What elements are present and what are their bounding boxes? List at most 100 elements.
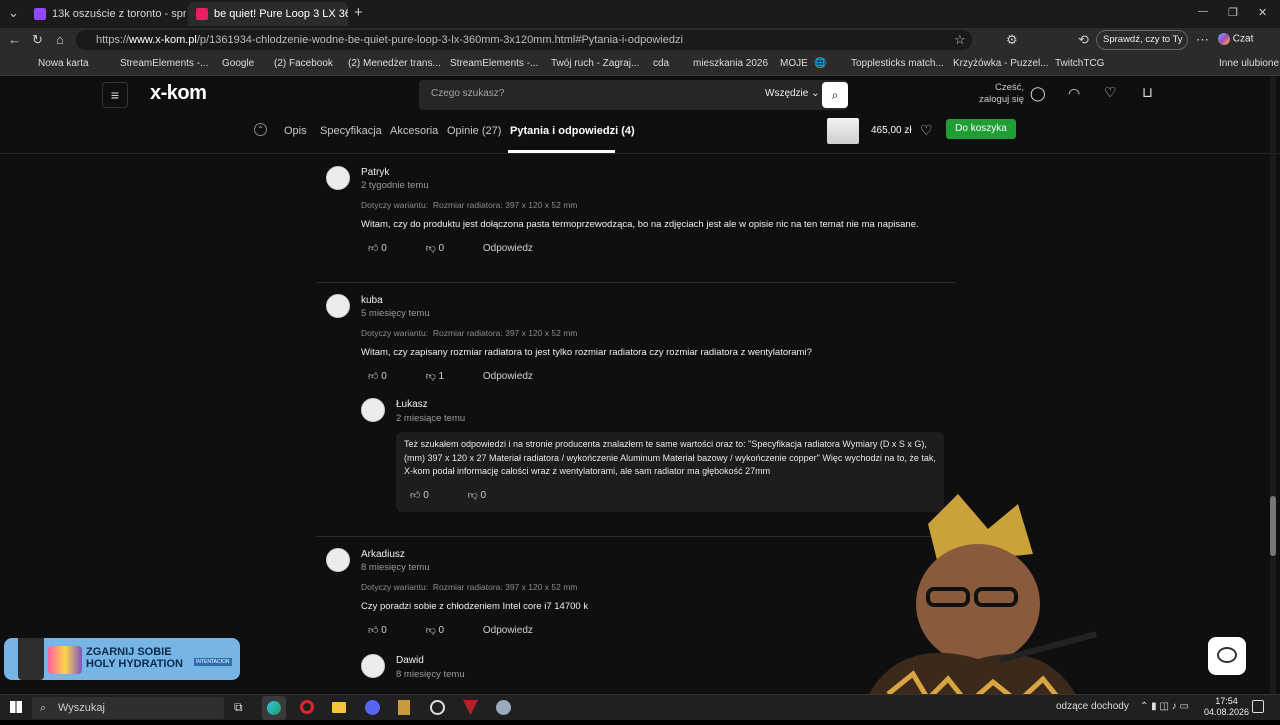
question-author: Arkadiusz — [361, 549, 405, 560]
reply-link[interactable]: Odpowiedz — [483, 371, 533, 382]
bookmark-menedzer[interactable]: (2) Menedżer trans... — [348, 58, 441, 69]
question-actions: 👍︎ 0 👎︎ 0 Odpowiedz — [368, 242, 551, 254]
bookmark-mieszkania[interactable]: mieszkania 2026 — [693, 58, 768, 69]
menu-dots-icon[interactable]: ⋯ — [1196, 32, 1209, 48]
thumbs-up-button[interactable]: 👍︎ 0 — [368, 243, 405, 254]
tab-akcesoria[interactable]: Akcesoria — [390, 125, 438, 137]
question-actions: 👍︎ 0 👎︎ 0 Odpowiedz — [368, 624, 551, 636]
hamburger-menu-icon[interactable]: ≡ — [102, 82, 128, 108]
thumbs-down-button[interactable]: 👎︎ 0 — [426, 243, 463, 254]
heart-icon[interactable]: ♡ — [1104, 84, 1117, 101]
question-text: Witam, czy do produktu jest dołączona pa… — [361, 219, 919, 230]
clock[interactable]: 17:54 04.08.2026 — [1204, 696, 1249, 718]
app-taskbar-icon-3[interactable] — [463, 700, 478, 715]
streamer-avatar-illustration — [858, 494, 1098, 720]
add-to-cart-button[interactable]: Do koszyka — [946, 119, 1016, 139]
search-scope-select[interactable]: Wszędzie ⌄ — [765, 88, 820, 99]
shaker-bottle-image — [18, 638, 44, 680]
thumbs-up-button[interactable]: 👍︎ 0 — [410, 490, 447, 501]
reload-icon[interactable]: ↻ — [32, 32, 43, 48]
bookmark-other-folder[interactable]: Inne ulubione — [1219, 58, 1279, 69]
opera-taskbar-icon[interactable] — [300, 700, 314, 714]
bookmark-twitchtcg[interactable]: TwitchTCG — [1055, 58, 1104, 69]
history-icon[interactable]: ⟲ — [1078, 32, 1089, 48]
answer-actions: 👍︎ 0 👎︎ 0 — [410, 489, 522, 503]
question-actions: 👍︎ 0 👎︎ 1 Odpowiedz — [368, 370, 551, 382]
thumbs-down-button[interactable]: 👎︎ 0 — [426, 625, 463, 636]
scroll-top-icon[interactable]: ⌃ — [254, 123, 267, 136]
tab-1[interactable]: 13k oszuście z toronto - sprawdź ✕ — [26, 2, 186, 26]
streamer-avatar-overlay — [818, 484, 1098, 720]
bookmark-moje[interactable]: MOJE — [780, 58, 808, 69]
bookmark-nowa-karta[interactable]: Nowa karta — [38, 58, 89, 69]
tab-opis[interactable]: Opis — [284, 125, 307, 137]
bookmark-globe-icon[interactable]: 🌐 — [814, 58, 826, 69]
bookmark-facebook[interactable]: (2) Facebook — [274, 58, 333, 69]
edge-taskbar-icon[interactable] — [262, 696, 286, 720]
favorite-star-icon[interactable]: ☆ — [954, 32, 966, 48]
bookmark-cda[interactable]: cda — [653, 58, 669, 69]
site-logo[interactable]: x-kom — [150, 82, 207, 105]
thumbs-down-button[interactable]: 👎︎ 1 — [426, 371, 463, 382]
new-tab-button[interactable]: + — [354, 4, 363, 21]
reply-link[interactable]: Odpowiedz — [483, 243, 533, 254]
bookmark-google[interactable]: Google — [222, 58, 254, 69]
bookmark-topplesticks[interactable]: Topplesticks match... — [851, 58, 944, 69]
scrollbar[interactable] — [1270, 76, 1276, 694]
answer-text: Też szukałem odpowiedzi i na stronie pro… — [404, 439, 936, 476]
tray-icons[interactable]: ⌃ ▮ ◫ ♪ ▭ — [1140, 701, 1189, 712]
browser-tab-bar: ⌄ 13k oszuście z toronto - sprawdź ✕ be … — [0, 0, 1280, 28]
discord-taskbar-icon[interactable] — [365, 700, 380, 715]
user-icon[interactable]: ◯ — [1030, 85, 1046, 102]
login-link[interactable]: Cześć, zaloguj się — [976, 82, 1024, 106]
scrollbar-thumb[interactable] — [1270, 496, 1276, 556]
extensions-icon[interactable]: ⚙ — [1006, 32, 1018, 48]
back-icon[interactable]: ← — [8, 32, 21, 47]
thumbs-up-button[interactable]: 👍︎ 0 — [368, 371, 405, 382]
sponsor-promo-banner: ZGARNIJ SOBIE HOLY HYDRATION INTENTACION — [4, 638, 240, 680]
close-window-button[interactable]: ✕ — [1258, 6, 1267, 19]
search-icon: ⌕ — [40, 702, 47, 714]
profile-button[interactable]: Sprawdź, czy to Ty — [1096, 30, 1188, 50]
question-time: 5 miesięcy temu — [361, 308, 430, 319]
file-explorer-icon[interactable] — [332, 702, 346, 713]
app-taskbar-icon-2[interactable] — [430, 700, 445, 715]
bookmark-krzyzowka[interactable]: Krzyżówka - Puzzel... — [953, 58, 1049, 69]
divider — [316, 282, 956, 283]
bookmark-streamelements-1[interactable]: StreamElements -... — [120, 58, 208, 69]
maximize-button[interactable]: ❐ — [1228, 6, 1238, 19]
reply-link[interactable]: Odpowiedz — [483, 625, 533, 636]
app-taskbar-icon-1[interactable] — [398, 700, 410, 715]
thumbs-down-button[interactable]: 👎︎ 0 — [468, 490, 505, 501]
home-icon[interactable]: ⌂ — [56, 32, 64, 47]
copilot-icon — [1218, 33, 1230, 45]
task-view-icon[interactable]: ⧉ — [234, 700, 243, 715]
windows-start-icon[interactable] — [10, 701, 22, 713]
thumbs-up-button[interactable]: 👍︎ 0 — [368, 625, 405, 636]
app-taskbar-icon-4[interactable] — [496, 700, 511, 715]
tab-pytania[interactable]: Pytania i odpowiedzi (4) — [510, 125, 635, 137]
search-input[interactable]: Czego szukasz? — [431, 88, 504, 99]
taskbar-search[interactable]: ⌕ Wyszukaj — [32, 697, 224, 719]
bookmark-streamelements-2[interactable]: StreamElements -... — [450, 58, 538, 69]
chat-bubble-icon[interactable] — [1208, 637, 1246, 675]
tab-specyfikacja[interactable]: Specyfikacja — [320, 125, 382, 137]
wishlist-heart-icon[interactable]: ♡ — [920, 122, 933, 139]
copilot-button[interactable]: Czat — [1218, 33, 1253, 45]
tab-opinie[interactable]: Opinie (27) — [447, 125, 501, 137]
tab-list-icon[interactable]: ⌄ — [8, 5, 19, 21]
tab-2-favicon — [196, 8, 208, 20]
notification-icon[interactable] — [1252, 700, 1264, 713]
question-variant: Dotyczy wariantu: Rozmiar radiatora: 397… — [361, 200, 578, 210]
cart-icon[interactable]: ⊔ — [1142, 84, 1153, 101]
search-icon[interactable]: ⌕ — [822, 82, 848, 108]
bookmark-twoj-ruch[interactable]: Twój ruch - Zagraj... — [551, 58, 639, 69]
question-text: Czy poradzi sobie z chłodzeniem Intel co… — [361, 601, 589, 612]
url-field[interactable]: https://www.x-kom.pl/p/1361934-chlodzeni… — [76, 30, 972, 50]
tab-1-favicon — [34, 8, 46, 20]
tab-2[interactable]: be quiet! Pure Loop 3 LX 360mm 3 ✕ — [188, 2, 348, 26]
minimize-button[interactable]: — — [1198, 6, 1208, 17]
headset-icon[interactable]: ◠ — [1068, 85, 1080, 102]
avatar — [361, 654, 385, 678]
tab-1-title: 13k oszuście z toronto - sprawdź — [52, 8, 186, 20]
